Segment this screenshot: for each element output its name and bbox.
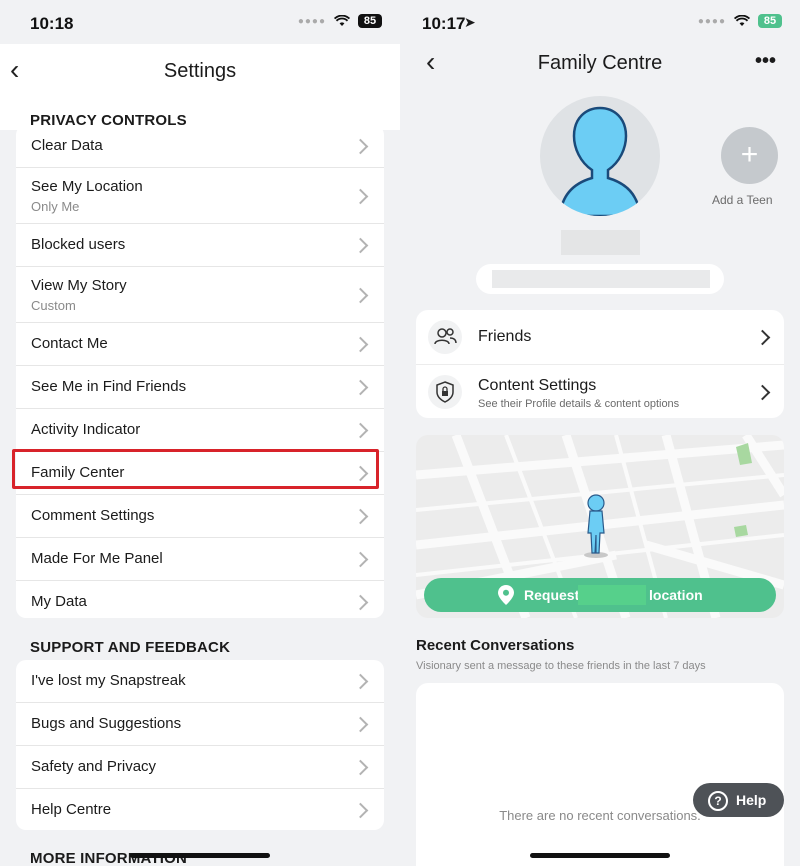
- menu-item-friends[interactable]: Friends: [416, 310, 784, 365]
- location-arrow-icon: ➤: [464, 14, 476, 30]
- redacted-name: [578, 585, 646, 605]
- page-title: Settings: [163, 60, 237, 82]
- location-label: location: [649, 587, 703, 603]
- list-item[interactable]: Blocked users: [16, 224, 384, 267]
- highlight-box: [12, 449, 379, 489]
- wifi-icon: [734, 15, 750, 26]
- menu-item-content-settings[interactable]: Content Settings See their Profile detai…: [416, 365, 784, 418]
- list-item-label: Help Centre: [31, 801, 112, 818]
- list-item-label: Made For Me Panel: [31, 550, 163, 567]
- list-item-label: Safety and Privacy: [31, 758, 157, 775]
- person-avatar-icon: [558, 106, 642, 216]
- list-item-label: View My Story: [31, 277, 127, 294]
- recent-conversations-card: There are no recent conversations.: [416, 683, 784, 866]
- list-item-label: I've lost my Snapstreak: [31, 672, 186, 689]
- home-indicator[interactable]: [530, 853, 670, 858]
- wifi-icon: [334, 15, 350, 26]
- plus-icon: +: [740, 138, 759, 171]
- signal-icon: ●●●●: [297, 15, 326, 27]
- page-title: Family Centre: [537, 52, 663, 74]
- list-item-label: Activity Indicator: [31, 421, 141, 438]
- list-item-label: Bugs and Suggestions: [31, 715, 182, 732]
- list-item[interactable]: See Me in Find Friends: [16, 366, 384, 409]
- recent-conversations-heading: Recent Conversations: [416, 637, 575, 654]
- chevron-right-icon: [352, 759, 369, 776]
- menu-item-description: See their Profile details & content opti…: [478, 398, 680, 410]
- chevron-right-icon: [352, 716, 369, 733]
- chevron-right-icon: [352, 802, 369, 819]
- chevron-right-icon: [352, 673, 369, 690]
- list-item[interactable]: Help Centre: [16, 789, 384, 830]
- redacted-block: [492, 270, 710, 288]
- chevron-right-icon: [352, 188, 369, 205]
- status-bar: 10:18 ●●●● 85: [0, 0, 400, 44]
- list-item[interactable]: Activity Indicator: [16, 409, 384, 452]
- list-item-label: Contact Me: [31, 335, 108, 352]
- list-item[interactable]: Comment Settings: [16, 495, 384, 538]
- location-pin-icon: [498, 585, 514, 605]
- chevron-right-icon: [352, 237, 369, 254]
- help-button[interactable]: ? Help: [693, 783, 784, 817]
- chevron-right-icon: [754, 384, 771, 401]
- redacted-username: [476, 264, 724, 294]
- friends-icon: [428, 320, 462, 354]
- chevron-right-icon: [352, 508, 369, 525]
- location-map[interactable]: Request location: [416, 435, 784, 618]
- list-item[interactable]: Bugs and Suggestions: [16, 703, 384, 746]
- status-icons: ●●●● 85: [298, 14, 382, 28]
- support-feedback-list: I've lost my Snapstreak Bugs and Suggest…: [16, 660, 384, 830]
- privacy-controls-list: Clear Data See My Location Only Me Blocke…: [16, 125, 384, 618]
- list-item[interactable]: Made For Me Panel: [16, 538, 384, 581]
- status-bar: 10:17 ➤ ●●●● 85: [400, 0, 800, 44]
- list-item[interactable]: See My Location Only Me: [16, 168, 384, 224]
- status-time: 10:18: [30, 14, 74, 33]
- battery-icon: 85: [358, 14, 382, 28]
- list-item-label: My Data: [31, 593, 87, 610]
- list-item[interactable]: My Data: [16, 581, 384, 618]
- list-item[interactable]: I've lost my Snapstreak: [16, 660, 384, 703]
- recent-conversations-subtitle: Visionary sent a message to these friend…: [416, 660, 706, 672]
- shield-lock-icon: [428, 375, 462, 409]
- list-item-label: Comment Settings: [31, 507, 155, 524]
- add-teen-label: Add a Teen: [712, 193, 773, 207]
- list-item-value: Custom: [31, 298, 76, 313]
- chevron-right-icon: [352, 594, 369, 611]
- menu-item-label: Content Settings: [478, 377, 597, 394]
- status-time: 10:17: [422, 14, 466, 33]
- add-teen-button[interactable]: +: [721, 127, 778, 184]
- chevron-right-icon: [352, 422, 369, 439]
- menu-item-label: Friends: [478, 328, 532, 345]
- family-centre-screen: 10:17 ➤ ●●●● 85 ‹ Family Centre ••• + Ad…: [400, 0, 800, 866]
- list-item-value: Only Me: [31, 199, 80, 214]
- battery-charging-icon: 85: [758, 14, 782, 28]
- list-item-label: See My Location: [31, 178, 143, 195]
- avatar[interactable]: [540, 96, 660, 216]
- list-item[interactable]: View My Story Custom: [16, 267, 384, 323]
- settings-screen: 10:18 ●●●● 85 ‹ Settings PRIVACY CONTROL…: [0, 0, 400, 866]
- list-item[interactable]: Safety and Privacy: [16, 746, 384, 789]
- question-icon: ?: [708, 791, 728, 811]
- support-feedback-heading: SUPPORT AND FEEDBACK: [30, 639, 231, 656]
- request-label: Request: [524, 587, 580, 603]
- list-item-label: Blocked users: [31, 236, 126, 253]
- chevron-right-icon: [754, 329, 771, 346]
- chevron-right-icon: [352, 138, 369, 155]
- signal-icon: ●●●●: [697, 15, 726, 27]
- chevron-right-icon: [352, 551, 369, 568]
- status-icons: ●●●● 85: [698, 14, 782, 28]
- list-item[interactable]: Clear Data: [16, 125, 384, 168]
- chevron-right-icon: [352, 379, 369, 396]
- list-item-label: Clear Data: [31, 137, 103, 154]
- chevron-right-icon: [352, 287, 369, 304]
- list-item-label: See Me in Find Friends: [31, 378, 187, 395]
- request-location-button[interactable]: Request location: [424, 578, 776, 612]
- settings-header: ‹ Settings PRIVACY CONTROLS: [0, 44, 400, 130]
- list-item[interactable]: Contact Me: [16, 323, 384, 366]
- chevron-right-icon: [352, 336, 369, 353]
- family-menu-card: Friends Content Settings See their Profi…: [416, 310, 784, 418]
- more-options-icon[interactable]: •••: [755, 50, 776, 73]
- home-indicator[interactable]: [130, 853, 270, 858]
- help-label: Help: [736, 792, 767, 808]
- redacted-name: [561, 230, 640, 255]
